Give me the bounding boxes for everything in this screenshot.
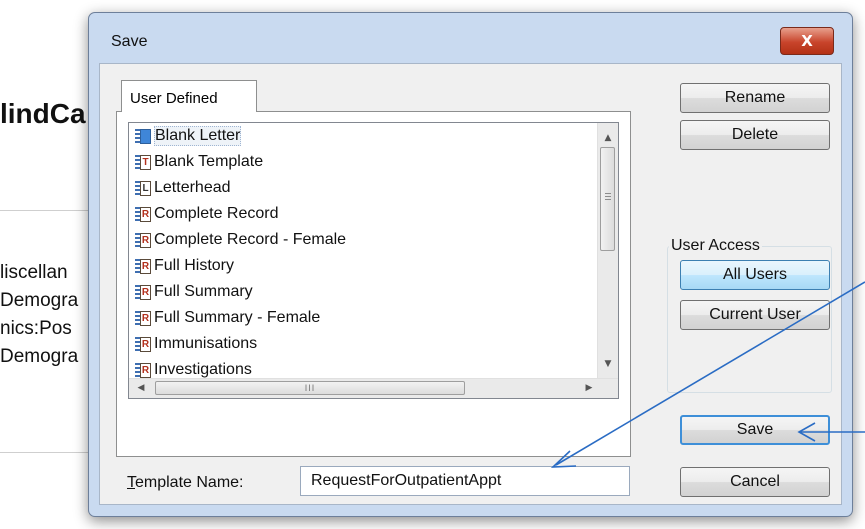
list-item[interactable]: R Immunisations — [129, 331, 597, 357]
list-item[interactable]: R Full Summary - Female — [129, 305, 597, 331]
close-icon: X — [801, 32, 813, 50]
horizontal-scrollbar[interactable]: ◀ III ▶ — [129, 378, 618, 398]
letterhead-doc-icon: L — [135, 180, 152, 197]
list-item[interactable]: R Full History — [129, 253, 597, 279]
title-bar[interactable]: Save X — [89, 13, 852, 55]
list-item-label: Full History — [154, 257, 235, 274]
list-item-label: Letterhead — [154, 179, 231, 196]
record-doc-icon: R — [135, 232, 152, 249]
list-item[interactable]: R Full Summary — [129, 279, 597, 305]
record-doc-icon: R — [135, 362, 152, 379]
list-item[interactable]: L Letterhead — [129, 175, 597, 201]
divider — [0, 210, 92, 211]
list-item[interactable]: T Blank Template — [129, 149, 597, 175]
list-item[interactable]: R Complete Record - Female — [129, 227, 597, 253]
scrollbar-thumb[interactable] — [600, 147, 615, 251]
scroll-left-icon[interactable]: ◀ — [131, 379, 151, 398]
scroll-down-icon[interactable]: ▼ — [598, 355, 618, 373]
template-name-label: Template Name: — [127, 474, 244, 491]
list-item-label: Full Summary - Female — [154, 309, 321, 326]
list-item-label: Full Summary — [154, 283, 253, 300]
scrollbar-thumb[interactable]: III — [155, 381, 465, 395]
rename-button[interactable]: Rename — [680, 83, 830, 113]
template-name-input[interactable]: RequestForOutpatientAppt — [300, 466, 630, 496]
template-listbox[interactable]: Blank Letter T Blank Template L Letterhe… — [128, 122, 619, 399]
scroll-up-icon[interactable]: ▲ — [598, 129, 618, 147]
delete-button[interactable]: Delete — [680, 120, 830, 150]
background-item: liscellan — [0, 262, 68, 283]
letter-doc-icon — [135, 128, 152, 145]
template-doc-icon: T — [135, 154, 152, 171]
record-doc-icon: R — [135, 336, 152, 353]
list-item-label: Blank Letter — [154, 126, 242, 146]
scroll-right-icon[interactable]: ▶ — [579, 379, 599, 398]
current-user-button[interactable]: Current User — [680, 300, 830, 330]
record-doc-icon: R — [135, 310, 152, 327]
all-users-button[interactable]: All Users — [680, 260, 830, 290]
record-doc-icon: R — [135, 258, 152, 275]
list-item-label: Complete Record — [154, 205, 279, 222]
list-item-label: Immunisations — [154, 335, 258, 352]
template-list: Blank Letter T Blank Template L Letterhe… — [129, 123, 597, 379]
cancel-button[interactable]: Cancel — [680, 467, 830, 497]
save-button[interactable]: Save — [680, 415, 830, 445]
vertical-scrollbar[interactable]: ▲ ▼ — [597, 123, 618, 379]
background-item: nics:Pos — [0, 318, 72, 339]
record-doc-icon: R — [135, 206, 152, 223]
save-dialog: Save X User Defined Blank Letter T Blank… — [88, 12, 853, 517]
record-doc-icon: R — [135, 284, 152, 301]
user-access-label: User Access — [669, 237, 762, 255]
dialog-body: User Defined Blank Letter T Blank Templa… — [99, 63, 842, 505]
dialog-title: Save — [111, 33, 148, 50]
list-item-label: Investigations — [154, 361, 252, 378]
divider — [0, 452, 92, 453]
list-item-label: Blank Template — [154, 153, 264, 170]
background-item: Demogra — [0, 346, 79, 367]
list-item[interactable]: Blank Letter — [129, 123, 597, 149]
tab-user-defined[interactable]: User Defined — [121, 80, 257, 112]
list-item-label: Complete Record - Female — [154, 231, 347, 248]
list-item[interactable]: R Complete Record — [129, 201, 597, 227]
close-button[interactable]: X — [780, 27, 834, 55]
list-item[interactable]: R Investigations — [129, 357, 597, 379]
tab-panel: Blank Letter T Blank Template L Letterhe… — [116, 111, 631, 457]
background-title: lindCa — [0, 98, 86, 129]
background-item: Demogra — [0, 290, 79, 311]
